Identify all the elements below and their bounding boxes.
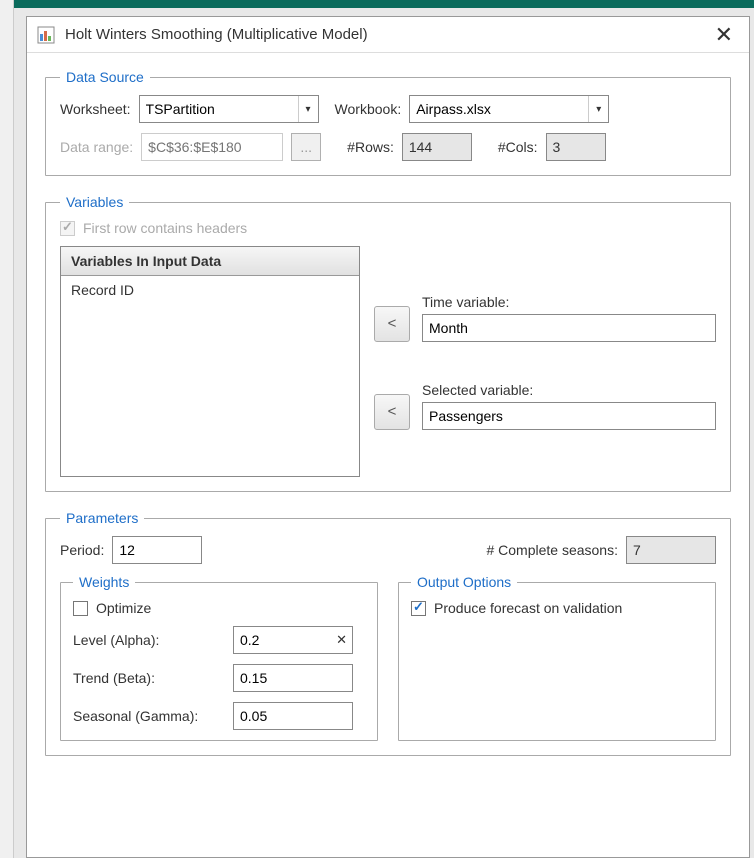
app-icon (37, 26, 55, 44)
browse-button: ... (291, 133, 321, 161)
variables-group: Variables First row contains headers Var… (45, 194, 731, 492)
variables-list-header: Variables In Input Data (61, 247, 359, 276)
worksheet-input[interactable] (139, 95, 319, 123)
time-variable-label: Time variable: (422, 294, 716, 310)
produce-forecast-label: Produce forecast on validation (434, 600, 622, 616)
variables-list[interactable]: Variables In Input Data Record ID (60, 246, 360, 477)
chevron-down-icon[interactable]: ▾ (588, 96, 608, 122)
output-options-legend: Output Options (411, 574, 517, 590)
variables-legend: Variables (60, 194, 129, 210)
output-options-group: Output Options Produce forecast on valid… (398, 574, 716, 741)
dialog-content: Data Source Worksheet: ▾ Workbook: ▾ Dat… (27, 53, 749, 790)
complete-seasons-label: # Complete seasons: (486, 542, 618, 558)
first-row-headers-checkbox (60, 221, 75, 236)
parameters-group: Parameters Period: # Complete seasons: W… (45, 510, 731, 756)
worksheet-label: Worksheet: (60, 101, 131, 117)
move-to-selected-button[interactable]: < (374, 394, 410, 430)
top-accent-bar (14, 0, 754, 8)
selected-variable-input[interactable] (422, 402, 716, 430)
cols-label: #Cols: (498, 139, 538, 155)
optimize-label: Optimize (96, 600, 151, 616)
beta-label: Trend (Beta): (73, 670, 223, 686)
period-input[interactable] (112, 536, 202, 564)
cols-value (546, 133, 606, 161)
rows-label: #Rows: (347, 139, 394, 155)
dialog-window: Holt Winters Smoothing (Multiplicative M… (26, 16, 750, 858)
data-source-legend: Data Source (60, 69, 150, 85)
selected-variable-label: Selected variable: (422, 382, 716, 398)
alpha-input[interactable] (233, 626, 353, 654)
clear-icon[interactable]: ✕ (336, 632, 347, 648)
rows-value (402, 133, 472, 161)
weights-group: Weights Optimize Level (Alpha): ✕ (60, 574, 378, 741)
beta-input[interactable] (233, 664, 353, 692)
complete-seasons-value (626, 536, 716, 564)
gamma-label: Seasonal (Gamma): (73, 708, 223, 724)
worksheet-combo[interactable]: ▾ (139, 95, 319, 123)
parameters-legend: Parameters (60, 510, 144, 526)
data-source-group: Data Source Worksheet: ▾ Workbook: ▾ Dat… (45, 69, 731, 176)
optimize-checkbox[interactable] (73, 601, 88, 616)
first-row-headers-label: First row contains headers (83, 220, 247, 236)
gamma-input[interactable] (233, 702, 353, 730)
data-range-input (141, 133, 283, 161)
title-bar: Holt Winters Smoothing (Multiplicative M… (27, 17, 749, 53)
list-item[interactable]: Record ID (61, 276, 359, 304)
chevron-down-icon[interactable]: ▾ (298, 96, 318, 122)
data-range-label: Data range: (60, 139, 133, 155)
produce-forecast-checkbox[interactable] (411, 601, 426, 616)
background-strip (0, 0, 14, 858)
workbook-combo[interactable]: ▾ (409, 95, 609, 123)
dialog-title: Holt Winters Smoothing (Multiplicative M… (65, 26, 709, 43)
alpha-label: Level (Alpha): (73, 632, 223, 648)
weights-legend: Weights (73, 574, 135, 590)
time-variable-input[interactable] (422, 314, 716, 342)
period-label: Period: (60, 542, 104, 558)
workbook-label: Workbook: (335, 101, 402, 117)
workbook-input[interactable] (409, 95, 609, 123)
close-button[interactable]: ✕ (709, 24, 739, 46)
move-to-time-button[interactable]: < (374, 306, 410, 342)
